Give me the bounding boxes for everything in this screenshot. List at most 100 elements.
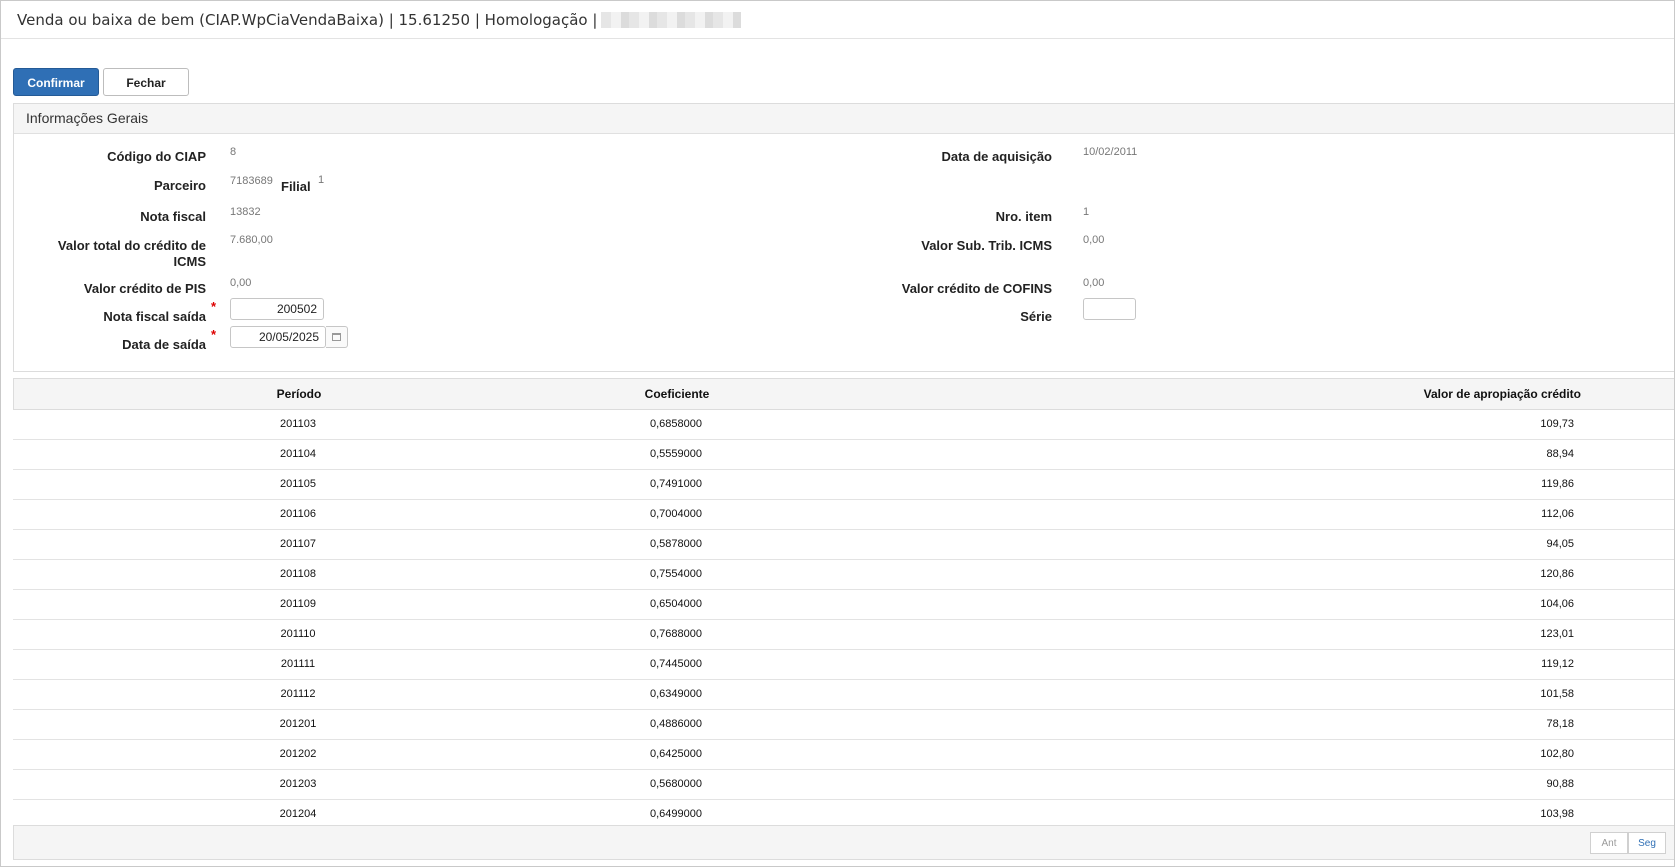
valor-cofins-label: Valor crédito de COFINS <box>901 281 1052 296</box>
cell-periodo: 201203 <box>279 778 317 790</box>
data-aquisicao-label: Data de aquisição <box>941 149 1052 164</box>
valor-cofins-value: 0,00 <box>1083 277 1105 289</box>
cell-periodo: 201108 <box>280 568 316 580</box>
title-bar: Venda ou baixa de bem (CIAP.WpCiaVendaBa… <box>1 1 1674 39</box>
table-row[interactable]: 201104 0,5559000 88,94 <box>13 440 1674 470</box>
panel-title: Informações Gerais <box>14 104 1674 134</box>
cell-valor-apropriacao: 104,06 <box>1540 598 1574 610</box>
cell-valor-apropriacao: 120,86 <box>1540 568 1574 580</box>
cell-coeficiente: 0,7004000 <box>650 508 702 520</box>
table-row[interactable]: 201112 0,6349000 101,58 <box>13 680 1674 710</box>
cell-valor-apropriacao: 78,18 <box>1546 718 1574 730</box>
cell-valor-apropriacao: 112,06 <box>1541 508 1574 520</box>
cell-valor-apropriacao: 103,98 <box>1540 808 1574 820</box>
cell-coeficiente: 0,7445000 <box>650 658 702 670</box>
table-row[interactable]: 201203 0,5680000 90,88 <box>13 770 1674 800</box>
nota-fiscal-value: 13832 <box>230 206 261 218</box>
cell-valor-apropriacao: 109,73 <box>1540 418 1574 430</box>
table-header: Período Coeficiente Valor de apropiação … <box>13 378 1674 410</box>
table-row[interactable]: 201110 0,7688000 123,01 <box>13 620 1674 650</box>
cell-coeficiente: 0,7554000 <box>650 568 702 580</box>
window-title-text: Venda ou baixa de bem (CIAP.WpCiaVendaBa… <box>17 11 598 29</box>
table-row[interactable]: 201103 0,6858000 109,73 <box>13 410 1674 440</box>
cell-valor-apropriacao: 88,94 <box>1546 448 1574 460</box>
table-row[interactable]: 201108 0,7554000 120,86 <box>13 560 1674 590</box>
filial-label: Filial <box>281 179 311 194</box>
nota-fiscal-saida-label: Nota fiscal saída <box>103 309 206 324</box>
table-row[interactable]: 201111 0,7445000 119,12 <box>13 650 1674 680</box>
data-saida-label: Data de saída <box>122 337 206 352</box>
cell-valor-apropriacao: 119,86 <box>1541 478 1574 490</box>
parceiro-value: 7183689 <box>230 175 273 187</box>
cell-periodo: 201204 <box>279 808 317 820</box>
data-saida-input[interactable] <box>230 326 326 348</box>
table-row[interactable]: 201105 0,7491000 119,86 <box>13 470 1674 500</box>
cell-periodo: 201201 <box>279 718 317 730</box>
apportionment-table: Período Coeficiente Valor de apropiação … <box>13 378 1674 830</box>
general-info-panel: Informações Gerais Código do CIAP 8 Parc… <box>13 103 1674 372</box>
pager-prev-button[interactable]: Ant <box>1590 832 1628 854</box>
redacted-environment <box>601 12 742 28</box>
parceiro-label: Parceiro <box>153 178 206 193</box>
cell-periodo: 201202 <box>279 748 317 760</box>
valor-pis-label: Valor crédito de PIS <box>83 281 206 296</box>
required-marker: * <box>211 299 217 314</box>
serie-input[interactable] <box>1083 298 1136 320</box>
filial-value: 1 <box>318 174 325 186</box>
table-row[interactable]: 201202 0,6425000 102,80 <box>13 740 1674 770</box>
nota-fiscal-saida-input[interactable] <box>230 298 324 320</box>
window: Venda ou baixa de bem (CIAP.WpCiaVendaBa… <box>0 0 1675 867</box>
codigo-ciap-value: 8 <box>230 146 237 158</box>
table-row[interactable]: 201109 0,6504000 104,06 <box>13 590 1674 620</box>
cell-coeficiente: 0,6425000 <box>650 748 702 760</box>
valor-total-icms-value: 7.680,00 <box>230 234 273 246</box>
cell-periodo: 201110 <box>280 628 316 640</box>
table-row[interactable]: 201106 0,7004000 112,06 <box>13 500 1674 530</box>
cell-periodo: 201111 <box>280 658 316 670</box>
nro-item-label: Nro. item <box>995 209 1052 224</box>
cell-periodo: 201107 <box>280 538 316 550</box>
serie-label: Série <box>1020 309 1052 324</box>
cell-periodo: 201112 <box>280 688 316 700</box>
codigo-ciap-label: Código do CIAP <box>107 149 206 164</box>
valor-pis-value: 0,00 <box>230 277 252 289</box>
cell-valor-apropriacao: 90,88 <box>1546 778 1574 790</box>
window-title: Venda ou baixa de bem (CIAP.WpCiaVendaBa… <box>17 11 742 29</box>
cell-valor-apropriacao: 101,58 <box>1540 688 1574 700</box>
valor-total-icms-label: Valor total do crédito de ICMS <box>57 238 206 269</box>
nota-fiscal-label: Nota fiscal <box>140 209 206 224</box>
cell-coeficiente: 0,7491000 <box>650 478 702 490</box>
cell-coeficiente: 0,5680000 <box>650 778 702 790</box>
table-row[interactable]: 201107 0,5878000 94,05 <box>13 530 1674 560</box>
column-header-coeficiente[interactable]: Coeficiente <box>577 387 777 401</box>
table-body: 201103 0,6858000 109,73 201104 0,5559000 88,9… <box>13 410 1674 830</box>
column-header-valor-apropriacao[interactable]: Valor de apropiação crédito <box>1424 387 1581 401</box>
cell-coeficiente: 0,5559000 <box>650 448 702 460</box>
cell-coeficiente: 0,7688000 <box>650 628 702 640</box>
cell-coeficiente: 0,5878000 <box>650 538 702 550</box>
cell-valor-apropriacao: 94,05 <box>1546 538 1574 550</box>
required-marker: * <box>211 327 217 342</box>
column-header-periodo[interactable]: Período <box>214 387 384 401</box>
cell-valor-apropriacao: 123,01 <box>1540 628 1574 640</box>
calendar-button[interactable] <box>326 326 348 348</box>
cell-valor-apropriacao: 119,12 <box>1541 658 1574 670</box>
data-aquisicao-value: 10/02/2011 <box>1083 146 1138 158</box>
valor-sub-trib-value: 0,00 <box>1083 234 1105 246</box>
cell-coeficiente: 0,6504000 <box>650 598 702 610</box>
cell-coeficiente: 0,4886000 <box>650 718 702 730</box>
cell-periodo: 201104 <box>280 448 316 460</box>
close-button[interactable]: Fechar <box>103 68 189 96</box>
nro-item-value: 1 <box>1083 206 1090 218</box>
calendar-icon <box>332 333 341 341</box>
table-row[interactable]: 201201 0,4886000 78,18 <box>13 710 1674 740</box>
cell-periodo: 201106 <box>280 508 316 520</box>
cell-periodo: 201105 <box>280 478 316 490</box>
pager-next-button[interactable]: Seg <box>1628 832 1666 854</box>
confirm-button[interactable]: Confirmar <box>13 68 99 96</box>
cell-periodo: 201103 <box>280 418 316 430</box>
cell-valor-apropriacao: 102,80 <box>1540 748 1574 760</box>
cell-coeficiente: 0,6349000 <box>650 688 702 700</box>
valor-sub-trib-label: Valor Sub. Trib. ICMS <box>921 238 1052 253</box>
cell-coeficiente: 0,6499000 <box>650 808 702 820</box>
